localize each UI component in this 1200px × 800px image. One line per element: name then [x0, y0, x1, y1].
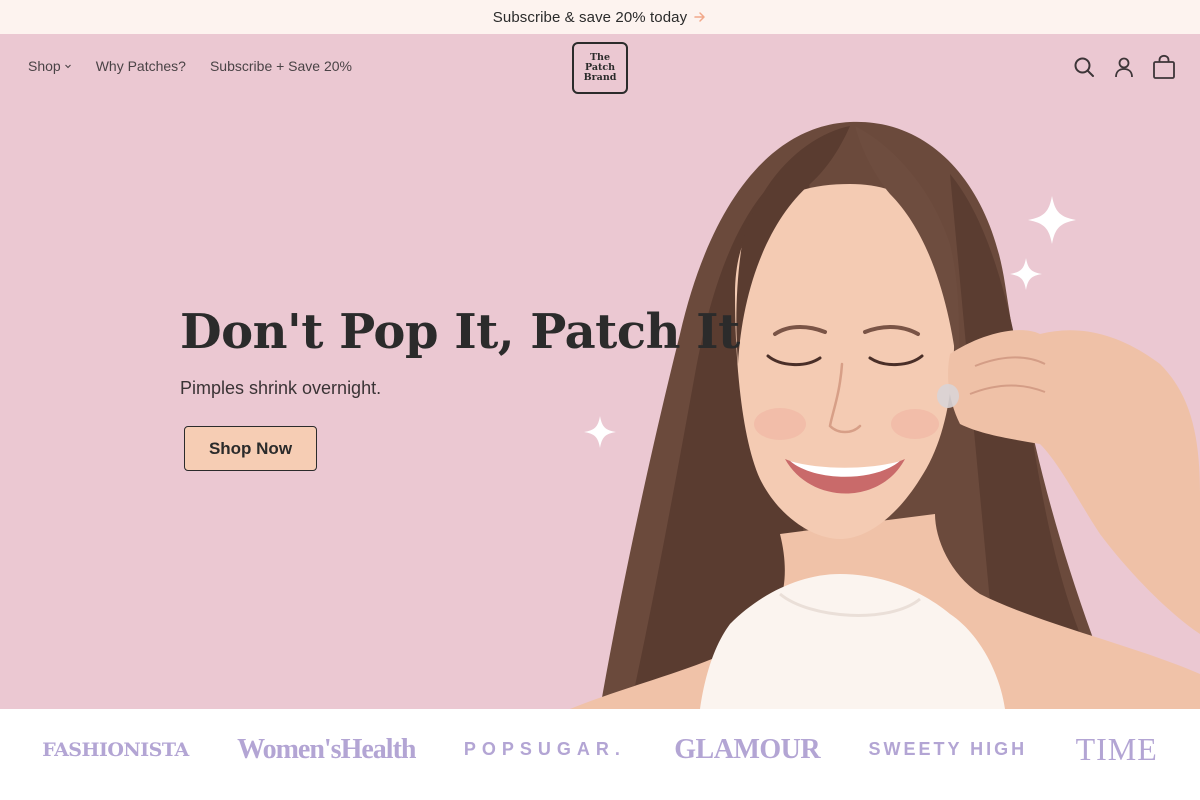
cart-button[interactable]	[1152, 54, 1176, 80]
main-nav: Shop Why Patches? Subscribe + Save 20%	[28, 58, 352, 74]
hero-model-image	[570, 121, 1200, 709]
search-icon	[1074, 57, 1094, 77]
press-logo-time: TIME	[1075, 731, 1158, 767]
nav-item-why-patches[interactable]: Why Patches?	[96, 58, 186, 74]
nav-item-label: Why Patches?	[95, 58, 186, 74]
announcement-bar[interactable]: Subscribe & save 20% today	[0, 0, 1200, 34]
chevron-down-icon	[64, 64, 71, 69]
nav-item-label: Shop	[28, 58, 61, 74]
hero-subheadline: Pimples shrink overnight.	[180, 378, 382, 398]
logo-line: Brand	[583, 72, 617, 83]
nav-item-shop[interactable]: Shop	[28, 58, 72, 74]
press-logo-sweety-high: SWEETY HIGH	[868, 739, 1028, 759]
brand-logo[interactable]: The Patch Brand	[572, 42, 628, 94]
press-logo-glamour: GLAMOUR	[674, 733, 821, 765]
account-button[interactable]	[1112, 54, 1136, 80]
arrow-right-icon	[694, 12, 705, 22]
account-icon	[1115, 57, 1133, 78]
nav-item-subscribe[interactable]: Subscribe + Save 20%	[210, 58, 352, 74]
hero-section: Shop Why Patches? Subscribe + Save 20% T…	[0, 34, 1200, 709]
nav-item-label: Subscribe + Save 20%	[209, 58, 352, 74]
cart-icon	[1153, 54, 1175, 79]
announcement-text: Subscribe & save 20% today	[492, 8, 688, 26]
hero-headline: Don't Pop It, Patch It	[180, 304, 740, 360]
site-header: Shop Why Patches? Subscribe + Save 20% T…	[0, 34, 1200, 102]
press-logo-womens-health: Women'sHealth	[237, 733, 416, 765]
header-icons	[1072, 54, 1176, 80]
shop-now-button[interactable]: Shop Now	[184, 426, 317, 471]
press-logos-bar: FASHIONISTA Women'sHealth POPSUGAR. GLAM…	[0, 709, 1200, 800]
press-logo-fashionista: FASHIONISTA	[42, 738, 189, 761]
press-logo-popsugar: POPSUGAR.	[463, 739, 626, 759]
search-button[interactable]	[1072, 54, 1096, 80]
